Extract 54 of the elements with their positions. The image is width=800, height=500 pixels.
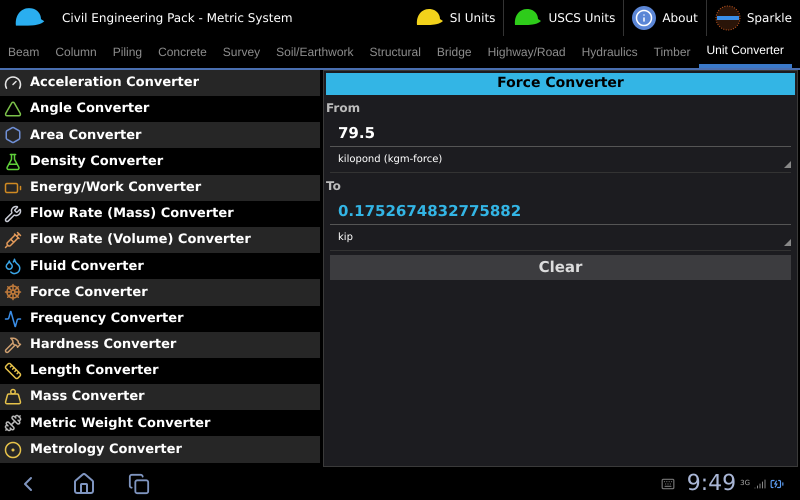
dropdown-corner-icon [784,238,791,246]
app-title: Civil Engineering Pack - Metric System [62,10,293,27]
recent-apps-icon[interactable] [128,472,150,494]
triangle-icon [4,100,22,118]
info-icon [632,6,656,30]
flask-icon [4,152,22,171]
ship-wheel-icon [4,283,22,302]
from-unit-dropdown[interactable]: kilopond (kgm-force) [330,146,791,173]
panel-title: Force Converter [326,72,795,95]
wrench-icon [4,204,22,223]
converter-item[interactable]: Hardness Converter [0,332,320,358]
converter-item[interactable]: Energy/Work Converter [0,174,320,201]
gauge-icon [4,74,22,92]
action-button[interactable]: About [623,0,706,36]
droplets-icon [4,257,22,276]
wave-icon [4,310,22,328]
tab[interactable]: Bridge [428,36,480,68]
tab[interactable]: Timber [646,36,699,68]
weight-icon [4,388,22,406]
tab[interactable]: Survey [214,36,268,68]
converter-item[interactable]: Mass Converter [0,384,320,410]
tab[interactable]: Soil/Earthwork [268,36,362,68]
keyboard-icon [660,476,675,490]
globe-logo-icon [714,4,741,31]
tab[interactable]: Hydraulics [574,36,646,68]
tab[interactable]: Concrete [150,36,215,68]
to-label: To [326,178,342,195]
converter-item[interactable]: Area Converter [0,122,320,148]
syringe-icon [4,231,22,250]
hammer-icon [4,336,22,354]
dropdown-corner-icon [784,160,791,168]
hexagon-icon [4,126,22,144]
converter-item[interactable]: Metrology Converter [0,436,320,463]
tab[interactable]: Piling [104,36,150,68]
from-input-field[interactable]: 79.5 [330,120,791,147]
ruler-icon [4,362,22,380]
tab[interactable]: Column [47,36,105,68]
action-button[interactable]: SI Units [406,0,504,36]
home-icon[interactable] [72,472,96,496]
from-label: From [326,100,362,117]
action-button[interactable]: USCS Units [503,0,624,36]
converter-item[interactable]: Acceleration Converter [0,70,320,96]
to-output-field[interactable]: 0.1752674832775882 [330,198,791,225]
tab[interactable]: Highway/Road [480,36,574,68]
converter-item[interactable]: Flow Rate (Volume) Converter [0,226,320,254]
converter-item[interactable]: Force Converter [0,279,320,306]
to-unit-dropdown[interactable]: kip [330,224,791,251]
action-button[interactable]: Sparkle [706,0,800,36]
tab[interactable]: Beam [0,36,48,68]
clear-button[interactable]: Clear [330,254,791,280]
clock: 9:49 [686,470,736,498]
dumbbell-icon [4,414,22,432]
signal-icon [754,478,766,490]
tab[interactable]: Structural [362,36,429,68]
